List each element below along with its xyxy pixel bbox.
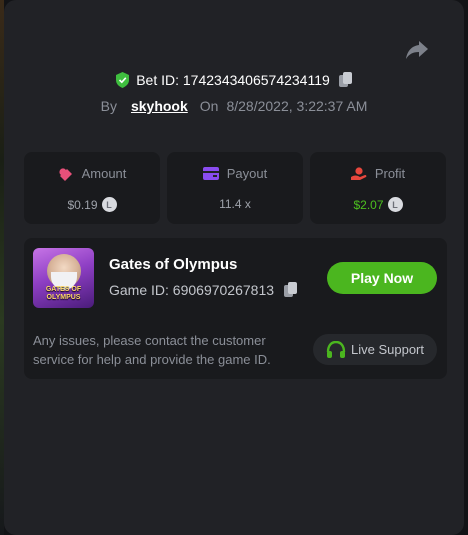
live-support-label: Live Support xyxy=(351,342,424,357)
copy-game-id-button[interactable] xyxy=(284,282,298,298)
coins-stack-icon xyxy=(58,167,72,181)
bet-meta-row: By skyhook On 8/28/2022, 3:22:37 AM xyxy=(4,95,464,117)
game-id-row: Game ID: 6906970267813 xyxy=(109,282,298,298)
bet-details-modal: Bet ID: 1742343406574234119 By skyhook O… xyxy=(4,0,464,535)
on-label: On xyxy=(199,98,219,114)
payout-value: 11.4 x xyxy=(219,197,251,211)
play-now-button[interactable]: Play Now xyxy=(327,262,437,294)
game-id-text: Game ID: 6906970267813 xyxy=(109,282,275,298)
amount-card: Amount $0.19 L xyxy=(24,152,160,224)
username-link[interactable]: skyhook xyxy=(131,98,188,114)
copy-icon xyxy=(338,72,352,87)
game-title: Gates of Olympus xyxy=(109,256,238,273)
payout-label: Payout xyxy=(226,166,268,181)
payout-card: Payout 11.4 x xyxy=(167,152,303,224)
currency-coin-icon: L xyxy=(387,197,403,212)
support-message: Any issues, please contact the customer … xyxy=(33,333,271,367)
wallet-icon xyxy=(202,167,219,180)
bet-timestamp: 8/28/2022, 3:22:37 AM xyxy=(226,98,368,114)
profit-value: $2.07 xyxy=(353,197,384,212)
shield-check-icon xyxy=(116,72,130,88)
headset-icon xyxy=(326,340,346,358)
bet-id-row: Bet ID: 1742343406574234119 xyxy=(4,69,464,91)
copy-bet-id-button[interactable] xyxy=(338,72,353,88)
share-button[interactable] xyxy=(402,36,432,64)
profit-card: Profit $2.07 L xyxy=(310,152,446,224)
by-label: By xyxy=(100,98,117,114)
copy-icon xyxy=(284,282,298,297)
amount-label: Amount xyxy=(81,166,127,181)
amount-value: $0.19 xyxy=(67,197,98,212)
share-icon xyxy=(406,41,428,59)
live-support-button[interactable]: Live Support xyxy=(313,334,437,365)
hand-coin-icon xyxy=(350,166,367,180)
game-card: GATES OF OLYMPUS Gates of Olympus Game I… xyxy=(24,238,447,379)
bet-id-text: Bet ID: 1742343406574234119 xyxy=(136,72,330,88)
game-thumbnail-label: GATES OF OLYMPUS xyxy=(45,286,82,301)
currency-coin-icon: L xyxy=(101,197,117,212)
profit-label: Profit xyxy=(374,166,406,181)
game-thumbnail[interactable]: GATES OF OLYMPUS xyxy=(33,248,94,308)
